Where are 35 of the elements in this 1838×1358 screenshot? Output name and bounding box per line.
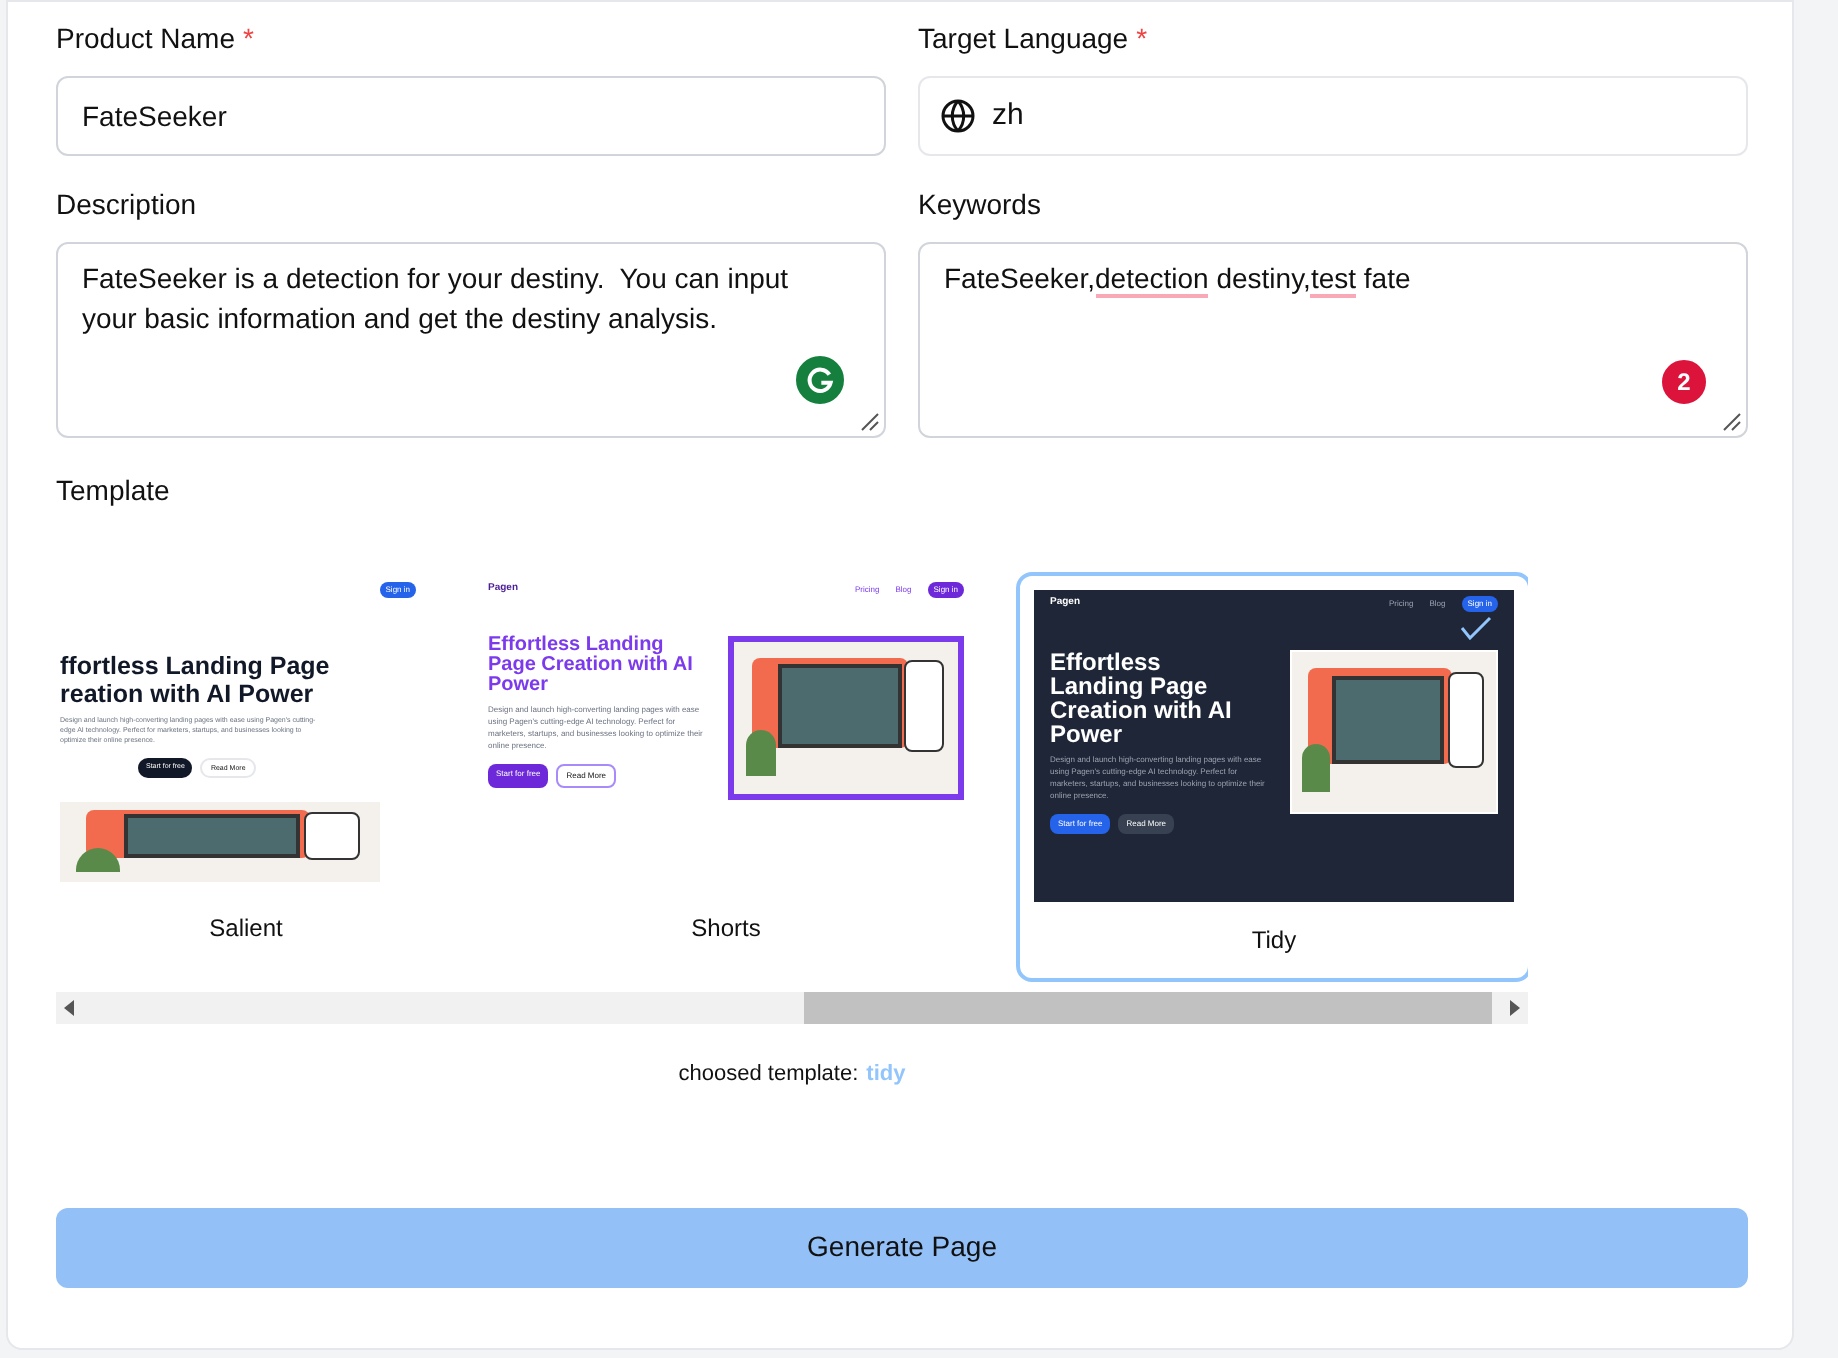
description-textarea[interactable]: FateSeeker is a detection for your destiny. You can input your basic information and get the destiny analysis. [56, 242, 886, 438]
template-option[interactable] [1016, 572, 1528, 982]
preview-headline: Power [1050, 722, 1125, 746]
section-label: Template [56, 472, 172, 510]
preview-headline: ffortless Landing Page [60, 652, 332, 680]
template-name: Tidy [1251, 924, 1297, 958]
horizontal-scrollbar[interactable] [56, 992, 1528, 1024]
preview-headline: Creation with AI [1050, 698, 1234, 722]
field-label: Description [56, 186, 197, 224]
template-name: Salient [209, 912, 283, 946]
field-label: Target Language [918, 20, 1129, 58]
language-select[interactable]: zh [918, 76, 1748, 156]
chosen-template-label: choosed template: [678, 1060, 859, 1090]
globe-icon [940, 98, 976, 134]
preview-headline: reation with AI Power [60, 680, 316, 708]
preview-headline: Page Creation with AI [488, 656, 695, 676]
field-label: Keywords [918, 186, 1041, 224]
chosen-template-value: tidy [866, 1060, 906, 1090]
required-asterisk: * [242, 20, 254, 58]
language-value: zh [992, 95, 1024, 136]
resize-handle-icon[interactable] [856, 408, 880, 432]
error-count-badge[interactable]: 2 [1658, 356, 1710, 408]
product-name-input[interactable]: FateSeeker [56, 76, 886, 156]
preview-headline: Effortless [1050, 650, 1163, 674]
keywords-text: FateSeeker,detection destiny,test fate [944, 260, 1411, 298]
preview-headline: Effortless Landing [488, 636, 664, 656]
keywords-textarea[interactable]: FateSeeker,detection destiny,test fate 2 [918, 242, 1748, 438]
preview-headline: Power [488, 676, 551, 696]
resize-handle-icon[interactable] [1718, 408, 1742, 432]
required-asterisk: * [1136, 20, 1148, 58]
field-label: Product Name [56, 20, 235, 58]
template-name: Shorts [691, 912, 761, 946]
preview-headline: Landing Page [1050, 674, 1210, 698]
checkmark-icon [1460, 616, 1492, 640]
generate-page-button[interactable]: Generate Page [56, 1207, 1748, 1287]
